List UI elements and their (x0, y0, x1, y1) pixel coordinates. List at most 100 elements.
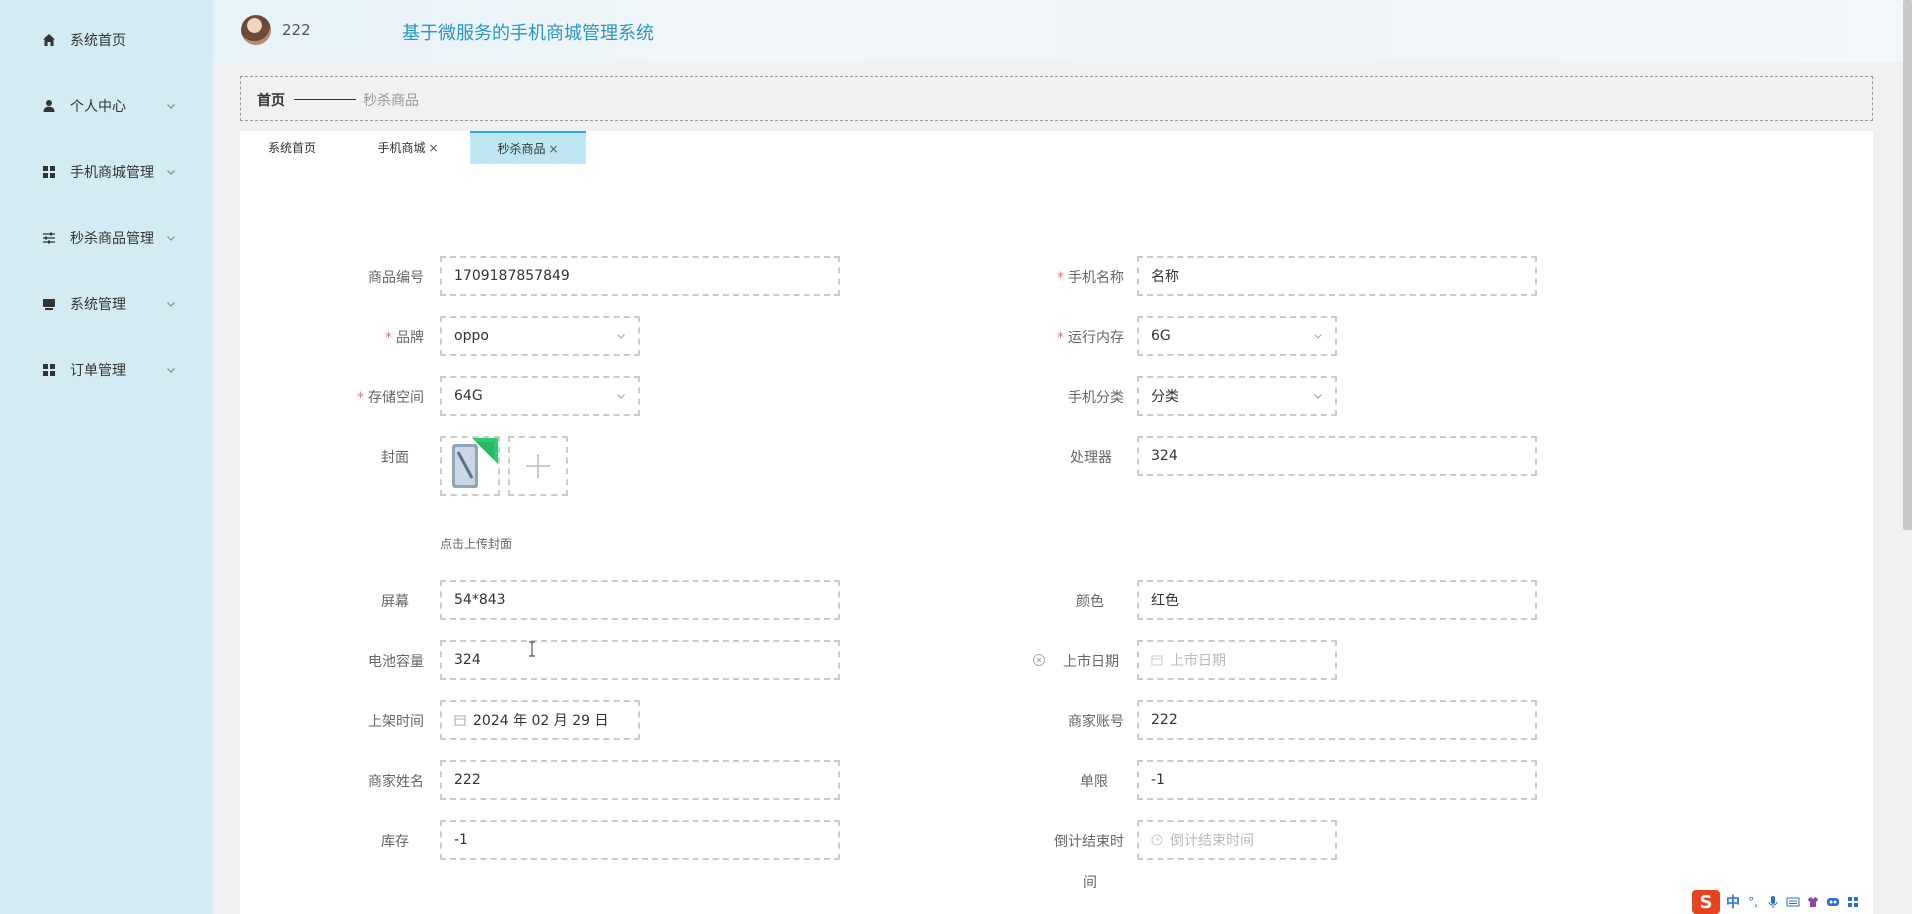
brand-select-value: oppo (454, 328, 489, 344)
listing-time-picker[interactable]: 2024 年 02 月 29 日 (440, 700, 640, 740)
color-input[interactable]: 红色 (1137, 580, 1537, 620)
category-select-value: 分类 (1151, 389, 1179, 405)
label-cover: 封面 (381, 450, 409, 466)
merchant-name-input[interactable]: 222 (440, 760, 840, 800)
label-processor: 处理器 (1070, 450, 1112, 466)
label-text: 品牌 (396, 330, 424, 346)
ime-logo[interactable]: S (1692, 890, 1720, 914)
release-date-picker[interactable]: 上市日期 (1137, 640, 1337, 680)
required-mark: * (1057, 270, 1064, 286)
close-icon[interactable]: × (548, 142, 558, 156)
battery-input[interactable]: 324 (440, 640, 840, 680)
sidebar-item-orders[interactable]: 订单管理 (0, 350, 213, 390)
storage-select-value: 64G (454, 388, 483, 404)
tab-label: 系统首页 (267, 141, 316, 155)
label-stock: 库存 (381, 834, 409, 850)
label-battery: 电池容量 (368, 654, 424, 670)
chevron-down-icon (167, 170, 175, 175)
breadcrumb-current: 秒杀商品 (363, 93, 419, 109)
listing-time-value: 2024 年 02 月 29 日 (473, 713, 609, 729)
label-storage: * 存储空间 (357, 387, 424, 407)
sidebar: 系统首页 个人中心 手机商城管理 秒杀商品管理 系统管理 订单管理 (0, 0, 213, 914)
label-countdown-end-wrap: 间 (1083, 875, 1097, 891)
clear-icon[interactable] (1032, 653, 1046, 667)
sidebar-item-system[interactable]: 系统管理 (0, 284, 213, 324)
sidebar-item-phone-mall[interactable]: 手机商城管理 (0, 152, 213, 192)
microphone-icon[interactable] (1766, 895, 1780, 909)
label-phone-name: * 手机名称 (1057, 267, 1124, 287)
label-merchant-name: 商家姓名 (368, 774, 424, 790)
tab-phone-mall[interactable]: 手机商城 × (356, 131, 460, 164)
required-mark: * (385, 330, 392, 346)
ram-select-value: 6G (1151, 328, 1171, 344)
username: 222 (282, 21, 311, 39)
tab-label: 秒杀商品 (497, 142, 546, 156)
label-ram: * 运行内存 (1057, 327, 1124, 347)
upload-hint: 点击上传封面 (440, 537, 513, 551)
label-text: 存储空间 (368, 390, 424, 406)
grid-icon (41, 164, 57, 180)
limit-input[interactable]: -1 (1137, 760, 1537, 800)
label-listing-time: 上架时间 (368, 714, 424, 730)
chevron-down-icon (617, 334, 625, 339)
label-brand: * 品牌 (385, 327, 424, 347)
stock-input[interactable]: -1 (440, 820, 840, 860)
breadcrumb-separator (294, 99, 356, 100)
chevron-down-icon (167, 104, 175, 109)
brand-select[interactable]: oppo (440, 316, 640, 356)
merchant-account-input[interactable]: 222 (1137, 700, 1537, 740)
sidebar-item-home[interactable]: 系统首页 (0, 20, 213, 60)
product-no-input[interactable]: 1709187857849 (440, 256, 840, 296)
ram-select[interactable]: 6G (1137, 316, 1337, 356)
breadcrumb: 首页 秒杀商品 (240, 76, 1873, 121)
calendar-icon (1151, 655, 1163, 666)
label-category: 手机分类 (1068, 390, 1124, 406)
sidebar-item-profile[interactable]: 个人中心 (0, 86, 213, 126)
text-cursor-icon (529, 641, 535, 657)
label-limit: 单限 (1080, 774, 1108, 790)
label-screen: 屏幕 (381, 594, 409, 610)
required-mark: * (357, 390, 364, 406)
countdown-end-picker[interactable]: 倒计结束时间 (1137, 820, 1337, 860)
avatar[interactable] (241, 15, 271, 45)
app-title: 基于微服务的手机商城管理系统 (402, 23, 654, 44)
category-select[interactable]: 分类 (1137, 376, 1337, 416)
upload-cover-button[interactable] (508, 436, 568, 496)
sidebar-item-label: 系统管理 (70, 297, 126, 313)
close-icon[interactable]: × (428, 141, 438, 155)
monitor-icon (41, 296, 57, 312)
release-date-placeholder: 上市日期 (1170, 653, 1226, 669)
apps-grid-icon[interactable] (1846, 895, 1860, 909)
chevron-down-icon (167, 368, 175, 373)
sidebar-item-flash-sale[interactable]: 秒杀商品管理 (0, 218, 213, 258)
vertical-scrollbar[interactable] (1903, 0, 1912, 530)
chevron-down-icon (1314, 394, 1322, 399)
keyboard-icon[interactable] (1786, 895, 1800, 909)
calendar-icon (454, 715, 466, 726)
cover-thumbnail[interactable] (440, 436, 500, 496)
toolbox-icon[interactable] (1826, 895, 1840, 909)
ime-toolbar: S 中 °, (1692, 890, 1860, 914)
processor-input[interactable]: 324 (1137, 436, 1537, 476)
countdown-end-placeholder: 倒计结束时间 (1170, 833, 1254, 849)
breadcrumb-home[interactable]: 首页 (257, 90, 285, 110)
grid-icon (41, 362, 57, 378)
phone-name-input[interactable]: 名称 (1137, 256, 1537, 296)
clock-icon (1151, 834, 1163, 846)
sidebar-item-label: 系统首页 (70, 33, 126, 49)
label-text: 手机名称 (1068, 270, 1124, 286)
sidebar-item-label: 个人中心 (70, 99, 126, 115)
punctuation-icon[interactable]: °, (1746, 895, 1760, 909)
label-text: 运行内存 (1068, 330, 1124, 346)
sidebar-item-label: 秒杀商品管理 (70, 231, 154, 247)
tab-home[interactable]: 系统首页 (240, 131, 344, 164)
screen-input[interactable]: 54*843 (440, 580, 840, 620)
skin-icon[interactable] (1806, 895, 1820, 909)
required-mark: * (1057, 330, 1064, 346)
ime-mode[interactable]: 中 (1726, 892, 1740, 912)
tab-flash-sale[interactable]: 秒杀商品 × (470, 131, 586, 164)
chevron-down-icon (167, 302, 175, 307)
label-product-no: 商品编号 (368, 270, 424, 286)
storage-select[interactable]: 64G (440, 376, 640, 416)
tab-label: 手机商城 (377, 141, 426, 155)
